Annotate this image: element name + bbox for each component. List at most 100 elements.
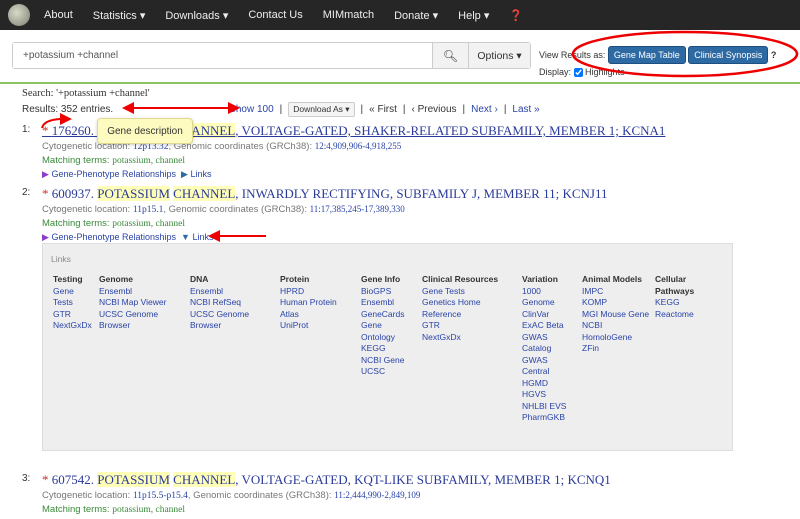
resource-link[interactable]: GeneCards: [361, 309, 404, 321]
resource-link[interactable]: UniProt: [280, 320, 337, 332]
resource-link[interactable]: GWAS: [522, 332, 566, 344]
resource-link[interactable]: Catalog: [522, 343, 566, 355]
resource-link[interactable]: UCSC Genome: [99, 309, 166, 321]
next-link[interactable]: Next ›: [471, 104, 498, 115]
resource-link[interactable]: Genetics Home: [422, 297, 498, 309]
resource-link[interactable]: Tests: [53, 297, 92, 309]
label: , Genomic coordinates (GRCh38):: [187, 490, 335, 501]
resource-link[interactable]: UCSC: [361, 366, 404, 378]
question-circle-icon[interactable]: ❓: [509, 9, 523, 22]
clinical-synopsis-button[interactable]: Clinical Synopsis: [688, 46, 769, 64]
download-as-button[interactable]: Download As ▾: [288, 102, 355, 117]
resource-link[interactable]: HomoloGene: [582, 332, 649, 344]
search-button[interactable]: 🔍︎: [432, 43, 468, 68]
column-header: Gene Info: [361, 274, 401, 284]
resource-link[interactable]: GWAS: [522, 355, 566, 367]
entry-name: , VOLTAGE-GATED, KQT-LIKE SUBFAMILY, MEM…: [235, 472, 611, 487]
resource-link[interactable]: Ensembl: [361, 297, 404, 309]
omim-logo[interactable]: [8, 4, 30, 26]
resource-link[interactable]: HGMD: [522, 378, 566, 390]
nav-about[interactable]: About: [44, 9, 73, 21]
nav-mimmatch[interactable]: MIMmatch: [323, 9, 374, 21]
resource-link[interactable]: MGI Mouse Gene: [582, 309, 649, 321]
resource-link[interactable]: Reference: [422, 309, 498, 321]
resource-link[interactable]: Central: [522, 366, 566, 378]
resource-link[interactable]: NCBI Map Viewer: [99, 297, 166, 309]
resource-link[interactable]: PharmGKB: [522, 412, 566, 424]
question-circle-icon[interactable]: ?: [771, 50, 777, 60]
links-column: Protein HPRD Human Protein Atlas UniProt: [280, 274, 337, 332]
links-toggle[interactable]: Links: [190, 169, 211, 179]
show-100-link[interactable]: Show 100: [229, 104, 273, 115]
coords-link[interactable]: 12:4,909,906-4,918,255: [315, 141, 402, 151]
resource-link[interactable]: NextGxDx: [53, 320, 92, 332]
nav-contact[interactable]: Contact Us: [248, 9, 302, 21]
resource-link[interactable]: Gene: [53, 286, 92, 298]
column-header: Variation: [522, 274, 558, 284]
resource-link[interactable]: NextGxDx: [422, 332, 498, 344]
cyto-link[interactable]: 11p15.5-p15.4: [133, 491, 188, 501]
resource-link[interactable]: ClinVar: [522, 309, 566, 321]
resource-link[interactable]: BioGPS: [361, 286, 404, 298]
resource-link[interactable]: Reactome: [655, 309, 701, 321]
view-label: View Results as:: [539, 50, 606, 60]
resource-link[interactable]: GTR: [422, 320, 498, 332]
resource-link[interactable]: Browser: [99, 320, 166, 332]
resource-link[interactable]: Human Protein: [280, 297, 337, 309]
resource-link[interactable]: NHLBI EVS: [522, 401, 566, 413]
nav-statistics[interactable]: Statistics ▾: [93, 9, 146, 22]
nav-help[interactable]: Help ▾: [458, 9, 489, 22]
resource-link[interactable]: ZFin: [582, 343, 649, 355]
previous-link[interactable]: ‹ Previous: [412, 104, 457, 115]
resource-link[interactable]: Ensembl: [190, 286, 249, 298]
search-summary: Search: '+potassium +channel': [22, 88, 150, 99]
options-button[interactable]: Options ▾: [468, 43, 530, 68]
resource-link[interactable]: Atlas: [280, 309, 337, 321]
resource-link[interactable]: KOMP: [582, 297, 649, 309]
resource-link[interactable]: NCBI: [582, 320, 649, 332]
matching-terms: Matching terms: potassium, channel: [42, 504, 185, 515]
resource-link[interactable]: IMPC: [582, 286, 649, 298]
view-results: View Results as: Gene Map Table Clinical…: [539, 46, 777, 78]
gene-phenotype-toggle[interactable]: Gene-Phenotype Relationships: [51, 169, 176, 179]
resource-link[interactable]: HPRD: [280, 286, 337, 298]
sep: |: [503, 104, 507, 115]
coords-link[interactable]: 11:2,444,990-2,849,109: [334, 490, 420, 500]
last-link[interactable]: Last »: [512, 104, 539, 115]
resource-link[interactable]: NCBI Gene: [361, 355, 404, 367]
gene-phenotype-toggle[interactable]: Gene-Phenotype Relationships: [51, 232, 176, 242]
resource-link[interactable]: Browser: [190, 320, 249, 332]
nav-downloads[interactable]: Downloads ▾: [165, 9, 228, 22]
links-toggle[interactable]: Links: [192, 232, 213, 242]
resource-link[interactable]: HGVS: [522, 389, 566, 401]
resource-link[interactable]: Gene: [361, 320, 404, 332]
top-navbar: About Statistics ▾ Downloads ▾ Contact U…: [0, 0, 800, 30]
coords-link[interactable]: 11:17,385,245-17,389,330: [310, 204, 405, 214]
resource-link[interactable]: UCSC Genome: [190, 309, 249, 321]
resource-link[interactable]: Gene Tests: [422, 286, 498, 298]
highlights-label: Highlights: [585, 67, 625, 77]
resource-link[interactable]: KEGG: [655, 297, 701, 309]
resource-link[interactable]: Genome: [522, 297, 566, 309]
resource-link[interactable]: Ontology: [361, 332, 404, 344]
resource-link[interactable]: 1000: [522, 286, 566, 298]
entry-title[interactable]: * 600937. POTASSIUM CHANNEL, INWARDLY RE…: [42, 186, 608, 202]
column-header: Protein: [280, 274, 310, 284]
search-input[interactable]: [13, 43, 432, 68]
resource-link[interactable]: KEGG: [361, 343, 404, 355]
mim-number[interactable]: 600937.: [52, 186, 94, 201]
gene-map-table-button[interactable]: Gene Map Table: [607, 46, 686, 64]
cyto-link[interactable]: 11p15.1: [133, 205, 164, 215]
entry-number: 2:: [22, 187, 31, 198]
mim-number[interactable]: 607542.: [52, 472, 94, 487]
resource-link[interactable]: GTR: [53, 309, 92, 321]
resource-link[interactable]: Ensembl: [99, 286, 166, 298]
resource-link[interactable]: ExAC Beta: [522, 320, 566, 332]
resource-link[interactable]: NCBI RefSeq: [190, 297, 249, 309]
nav-donate[interactable]: Donate ▾: [394, 9, 438, 22]
highlights-checkbox[interactable]: [573, 68, 583, 78]
results-bar: Results: 352 entries. Show 100 | Download…: [22, 102, 540, 117]
entry-title[interactable]: * 607542. POTASSIUM CHANNEL, VOLTAGE-GAT…: [42, 472, 611, 488]
mim-number[interactable]: 176260.: [52, 123, 94, 138]
first-link[interactable]: « First: [369, 104, 397, 115]
